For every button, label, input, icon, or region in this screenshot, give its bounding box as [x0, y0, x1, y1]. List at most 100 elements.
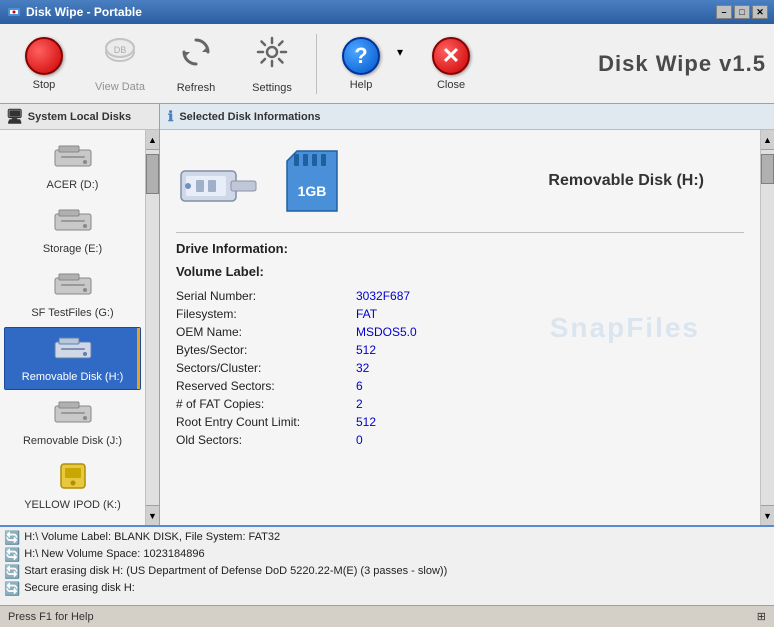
stop-label: Stop [33, 79, 56, 91]
main-area: 🖥 System Local Disks ACER (D:) [0, 104, 774, 525]
info-key: Filesystem: [176, 307, 356, 321]
disk-icon-removable-j [53, 398, 93, 433]
info-row: Old Sectors:0 [176, 431, 744, 449]
disk-list: ACER (D:) Storage (E:) [0, 130, 145, 525]
content-scroll-thumb[interactable] [761, 154, 774, 184]
close-icon: ✕ [432, 37, 470, 75]
info-row: Bytes/Sector:512 [176, 341, 744, 359]
log-text: Start erasing disk H: (US Department of … [24, 563, 447, 579]
info-key: Serial Number: [176, 289, 356, 303]
disk-name-display: Removable Disk (H:) [548, 172, 704, 190]
disk-label-yellowipod: YELLOW IPOD (K:) [24, 499, 121, 511]
toolbar-separator [316, 34, 317, 94]
view-data-button[interactable]: DB View Data [84, 29, 156, 99]
maximize-button[interactable]: □ [734, 5, 750, 19]
disk-label-removable-h: Removable Disk (H:) [22, 371, 123, 383]
title-bar: Disk Wipe - Portable – □ ✕ [0, 0, 774, 24]
help-dropdown-arrow[interactable]: ▾ [397, 45, 411, 59]
disk-label-removable-j: Removable Disk (J:) [23, 435, 122, 447]
disk-item-yellowipod[interactable]: YELLOW IPOD (K:) [4, 455, 141, 518]
log-icon: 🔄 [4, 530, 20, 546]
status-bar: Press F1 for Help ⊞ [0, 605, 774, 627]
status-help-text: Press F1 for Help [8, 611, 749, 623]
svg-text:DB: DB [114, 45, 127, 55]
log-area: 🔄H:\ Volume Label: BLANK DISK, File Syst… [0, 525, 774, 605]
info-value: 0 [356, 433, 363, 447]
toolbar: Stop DB View Data Refresh [0, 24, 774, 104]
info-value: 3032F687 [356, 289, 410, 303]
log-icon: 🔄 [4, 564, 20, 580]
disk-item-sftestfiles[interactable]: SF TestFiles (G:) [4, 263, 141, 326]
help-button[interactable]: ? Help [325, 29, 397, 99]
info-row: Filesystem:FAT [176, 305, 744, 323]
disk-icon-acer [53, 142, 93, 177]
refresh-icon [178, 34, 214, 78]
settings-label: Settings [252, 82, 292, 94]
close-window-button[interactable]: ✕ [752, 5, 768, 19]
content-scrollbar[interactable]: ▲ ▼ [760, 130, 774, 525]
info-row: Root Entry Count Limit:512 [176, 413, 744, 431]
log-line: 🔄Secure erasing disk H: [4, 580, 770, 597]
log-line: 🔄Start erasing disk H: (US Department of… [4, 563, 770, 580]
content-header: ℹ Selected Disk Informations [160, 104, 774, 130]
divider-top [176, 232, 744, 233]
log-text: Secure erasing disk H: [24, 580, 135, 596]
disk-item-storage[interactable]: Storage (E:) [4, 199, 141, 262]
stop-button[interactable]: Stop [8, 29, 80, 99]
help-label: Help [350, 79, 373, 91]
title-bar-text: Disk Wipe - Portable [26, 5, 716, 19]
disk-label-acer: ACER (D:) [47, 179, 99, 191]
info-value: MSDOS5.0 [356, 325, 417, 339]
disk-visual: 1GB Removable Disk (H:) [176, 146, 744, 216]
help-icon: ? [342, 37, 380, 75]
sidebar-header-label: System Local Disks [28, 111, 131, 123]
title-bar-controls: – □ ✕ [716, 5, 768, 19]
log-text: H:\ New Volume Space: 1023184896 [24, 546, 204, 562]
info-row: Reserved Sectors:6 [176, 377, 744, 395]
info-table: Serial Number:3032F687Filesystem:FATOEM … [176, 287, 744, 449]
info-value: 512 [356, 415, 376, 429]
info-key: Old Sectors: [176, 433, 356, 447]
disk-icon-removable-h [53, 334, 93, 369]
log-icon: 🔄 [4, 581, 20, 597]
computer-icon: 🖥 [6, 108, 24, 125]
info-row: OEM Name:MSDOS5.0 [176, 323, 744, 341]
volume-label-title: Volume Label: [176, 264, 744, 279]
scroll-thumb[interactable] [146, 154, 159, 194]
close-label: Close [437, 79, 465, 91]
disk-label-storage: Storage (E:) [43, 243, 102, 255]
disk-item-acer[interactable]: ACER (D:) [4, 135, 141, 198]
disk-detail: 1GB Removable Disk (H:) Drive Informatio… [160, 130, 760, 525]
settings-button[interactable]: Settings [236, 29, 308, 99]
usb-drive-icon [176, 146, 266, 216]
svg-text:1GB: 1GB [298, 183, 327, 199]
log-icon: 🔄 [4, 547, 20, 563]
info-value: FAT [356, 307, 377, 321]
disk-item-removable-h[interactable]: Removable Disk (H:) [4, 327, 141, 390]
app-title: Disk Wipe v1.5 [598, 51, 766, 77]
content-panel: ℹ Selected Disk Informations [160, 104, 774, 525]
info-value: 2 [356, 397, 363, 411]
minimize-button[interactable]: – [716, 5, 732, 19]
info-icon: ℹ [168, 108, 173, 125]
selected-indicator [137, 328, 140, 389]
scroll-down-arrow[interactable]: ▼ [146, 505, 159, 525]
close-button[interactable]: ✕ Close [415, 29, 487, 99]
content-scroll-up[interactable]: ▲ [761, 130, 774, 150]
info-key: Bytes/Sector: [176, 343, 356, 357]
scroll-up-arrow[interactable]: ▲ [146, 130, 159, 150]
content-header-label: Selected Disk Informations [179, 111, 320, 123]
sidebar-scrollbar[interactable]: ▲ ▼ [145, 130, 159, 525]
disk-icon-yellowipod [53, 462, 93, 497]
sidebar-header: 🖥 System Local Disks [0, 104, 159, 130]
sd-card-icon: 1GB [282, 146, 342, 216]
disk-label-sftestfiles: SF TestFiles (G:) [31, 307, 113, 319]
info-row: # of FAT Copies:2 [176, 395, 744, 413]
info-key: # of FAT Copies: [176, 397, 356, 411]
refresh-label: Refresh [177, 82, 216, 94]
view-data-icon: DB [102, 34, 138, 77]
refresh-button[interactable]: Refresh [160, 29, 232, 99]
content-scroll-down[interactable]: ▼ [761, 505, 774, 525]
disk-item-removable-j[interactable]: Removable Disk (J:) [4, 391, 141, 454]
settings-icon [254, 34, 290, 78]
